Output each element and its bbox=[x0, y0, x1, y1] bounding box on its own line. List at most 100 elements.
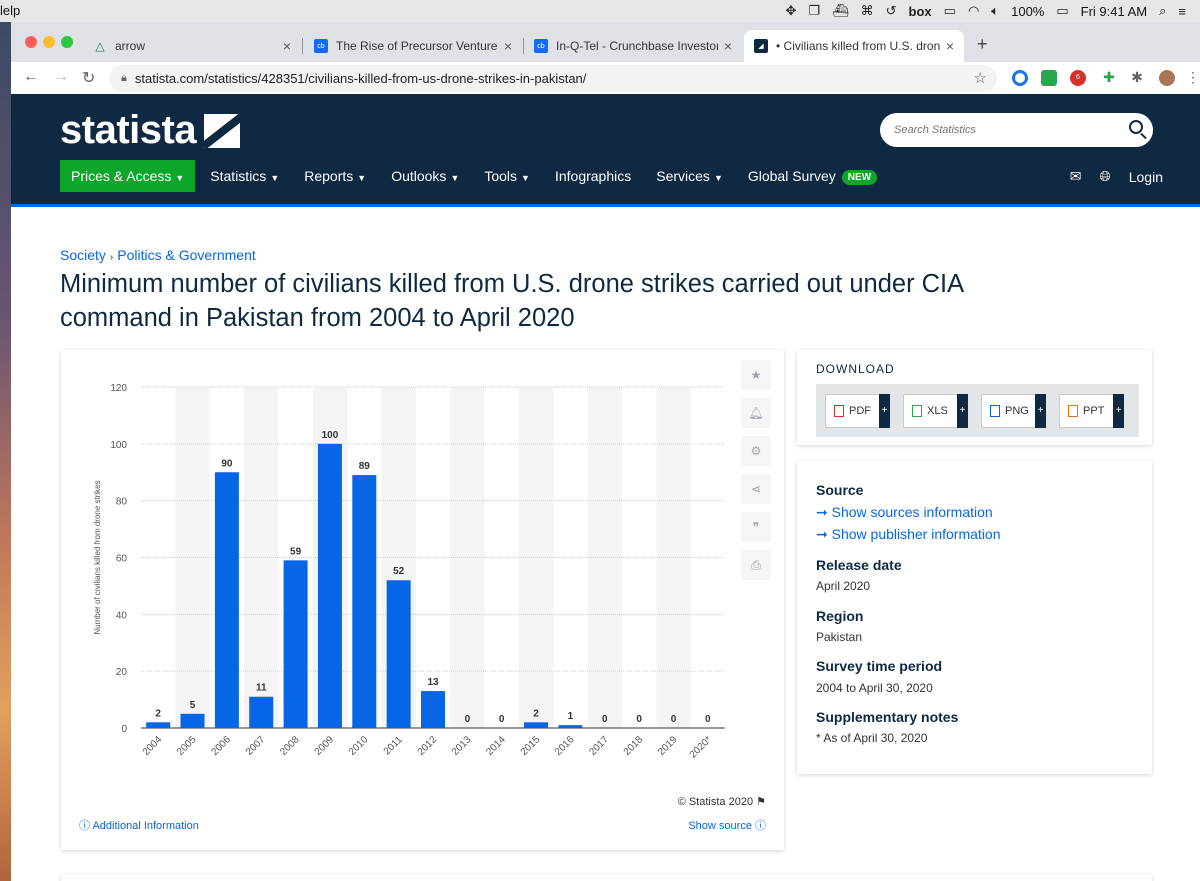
window-icon[interactable]: ❐ bbox=[808, 3, 820, 19]
plus-icon[interactable]: + bbox=[1035, 393, 1046, 428]
notification-bell-icon[interactable]: 🔔︎ bbox=[741, 398, 771, 428]
tab-title: • Civilians killed from U.S. dron bbox=[776, 39, 940, 53]
supplementary-notes-value: * As of April 30, 2020 bbox=[816, 731, 928, 745]
share-icon[interactable]: ⋖ bbox=[741, 474, 771, 504]
tab-arrow[interactable]: △ arrow × bbox=[83, 30, 301, 62]
nav-label: Infographics bbox=[554, 168, 632, 184]
nav-statistics[interactable]: Statistics ▼ bbox=[210, 168, 279, 184]
png-file-icon bbox=[990, 404, 1000, 417]
box-menu-icon[interactable]: box bbox=[909, 4, 932, 19]
additional-information-link[interactable]: ⓘ Additional Information bbox=[79, 817, 199, 833]
url-text[interactable]: statista.com/statistics/428351/civilians… bbox=[135, 71, 587, 86]
close-window-button[interactable] bbox=[25, 36, 37, 48]
tab-in-q-tel[interactable]: cb In-Q-Tel - Crunchbase Investor × bbox=[524, 30, 742, 62]
forward-arrow-icon[interactable]: → bbox=[53, 68, 69, 86]
statista-logo[interactable]: statista bbox=[60, 108, 241, 153]
search-box[interactable] bbox=[880, 113, 1153, 147]
favorite-star-icon[interactable]: ★ bbox=[741, 360, 771, 390]
plus-icon[interactable]: + bbox=[1113, 393, 1124, 428]
spotlight-search-icon[interactable]: ⌕ bbox=[1159, 3, 1166, 19]
flag-icon[interactable]: ⚑ bbox=[756, 796, 766, 808]
battery-icon[interactable]: ▭ bbox=[1056, 3, 1068, 19]
close-tab-icon[interactable]: × bbox=[283, 38, 291, 54]
tab-title: In-Q-Tel - Crunchbase Investor bbox=[556, 39, 718, 53]
nav-infographics[interactable]: Infographics bbox=[555, 168, 631, 184]
tab-precursor[interactable]: cb The Rise of Precursor Ventures × bbox=[304, 30, 522, 62]
tab-statista-active[interactable]: ◢ • Civilians killed from U.S. dron × bbox=[744, 30, 964, 62]
search-input[interactable] bbox=[894, 124, 1114, 136]
bar bbox=[283, 560, 308, 728]
cite-quote-icon[interactable]: ❞ bbox=[741, 512, 771, 542]
nav-global-survey[interactable]: Global Survey NEW bbox=[748, 168, 878, 185]
arrow-right-icon: ➞ bbox=[816, 526, 828, 542]
circle-extension-icon[interactable] bbox=[1012, 70, 1028, 86]
info-icon: ⓘ bbox=[79, 820, 90, 832]
show-source-link[interactable]: Show source ⓘ bbox=[688, 817, 766, 833]
new-tab-button[interactable]: + bbox=[977, 34, 988, 55]
plus-icon[interactable]: + bbox=[957, 393, 968, 428]
nav-services[interactable]: Services ▼ bbox=[656, 168, 723, 184]
close-tab-icon[interactable]: × bbox=[724, 38, 732, 54]
volume-icon[interactable]: 🔈︎ bbox=[991, 3, 999, 19]
maximize-window-button[interactable] bbox=[61, 36, 73, 48]
info-icon: ⓘ bbox=[755, 820, 766, 832]
close-tab-icon[interactable]: × bbox=[504, 38, 512, 54]
move-icon[interactable]: ✥ bbox=[786, 3, 797, 19]
profile-avatar[interactable] bbox=[1159, 70, 1175, 86]
x-tick-label: 2016 bbox=[553, 734, 577, 758]
tab-title: arrow bbox=[115, 39, 146, 53]
download-ppt-button[interactable]: PPT + bbox=[1059, 393, 1124, 428]
survey-period-value: 2004 to April 30, 2020 bbox=[816, 681, 933, 695]
settings-gear-icon[interactable]: ⚙ bbox=[741, 436, 771, 466]
plus-extension-icon[interactable]: ✚ bbox=[1101, 70, 1117, 86]
minimize-window-button[interactable] bbox=[43, 36, 55, 48]
plus-icon[interactable]: + bbox=[879, 393, 890, 428]
breadcrumb-society[interactable]: Society bbox=[60, 247, 106, 263]
login-link[interactable]: Login bbox=[1129, 169, 1163, 185]
menubar-clock[interactable]: Fri 9:41 AM bbox=[1081, 4, 1147, 19]
download-xls-button[interactable]: XLS + bbox=[903, 393, 968, 428]
reload-icon[interactable]: ↻ bbox=[82, 68, 95, 88]
close-tab-icon[interactable]: × bbox=[946, 38, 954, 54]
breadcrumb-politics[interactable]: Politics & Government bbox=[117, 247, 256, 263]
download-png-button[interactable]: PNG + bbox=[981, 393, 1046, 428]
adblock-extension-icon[interactable]: 6 bbox=[1070, 70, 1086, 86]
lock-icon[interactable]: 🔒︎ bbox=[121, 72, 127, 85]
globe-icon[interactable]: 🌐︎ bbox=[1100, 168, 1111, 185]
data-label: 100 bbox=[322, 430, 339, 441]
download-pdf-button[interactable]: PDF + bbox=[825, 393, 890, 428]
show-sources-link[interactable]: ➞ Show sources information bbox=[816, 504, 993, 521]
nav-tools[interactable]: Tools ▼ bbox=[484, 168, 530, 184]
wifi-icon[interactable]: ◠ bbox=[968, 3, 979, 19]
print-icon[interactable]: ⎙ bbox=[741, 550, 771, 580]
search-icon[interactable] bbox=[1129, 120, 1143, 134]
chart-tools: ★ 🔔︎ ⚙ ⋖ ❞ ⎙ bbox=[741, 360, 771, 588]
address-bar[interactable]: 🔒︎ statista.com/statistics/428351/civili… bbox=[109, 65, 997, 92]
bar bbox=[214, 472, 239, 728]
docker-icon[interactable]: ⛴ bbox=[832, 3, 849, 19]
airplay-icon[interactable]: ▭ bbox=[944, 3, 956, 19]
data-label: 0 bbox=[636, 714, 642, 725]
control-center-icon[interactable]: ≡ bbox=[1178, 4, 1186, 19]
menubar-app-menu[interactable]: lelp bbox=[0, 3, 20, 18]
sync-icon[interactable]: ↺ bbox=[886, 3, 897, 19]
download-label: XLS bbox=[927, 404, 948, 417]
grid-icon[interactable]: ⌘ bbox=[861, 3, 874, 19]
data-label: 11 bbox=[256, 683, 267, 694]
back-arrow-icon[interactable]: ← bbox=[23, 68, 39, 86]
bookmark-star-icon[interactable]: ☆ bbox=[974, 69, 987, 87]
sync-extension-icon[interactable] bbox=[1041, 70, 1057, 86]
nav-outlooks[interactable]: Outlooks ▼ bbox=[391, 168, 459, 184]
arrow-triangle-icon: △ bbox=[95, 39, 105, 53]
arrow-right-icon: ➞ bbox=[816, 504, 828, 520]
puzzle-extensions-icon[interactable]: ✱ bbox=[1129, 70, 1145, 86]
nav-prices-access[interactable]: Prices & Access ▼ bbox=[60, 160, 196, 192]
bar bbox=[352, 475, 377, 728]
data-label: 89 bbox=[359, 461, 371, 472]
x-tick-label: 2008 bbox=[278, 734, 302, 758]
nav-reports[interactable]: Reports ▼ bbox=[304, 168, 366, 184]
mail-icon[interactable]: ✉ bbox=[1070, 168, 1082, 185]
show-publisher-link[interactable]: ➞ Show publisher information bbox=[816, 526, 1001, 543]
browser-menu-icon[interactable]: ⋮ bbox=[1185, 70, 1200, 86]
statistic-info-card: Source ➞ Show sources information ➞ Show… bbox=[797, 461, 1152, 774]
